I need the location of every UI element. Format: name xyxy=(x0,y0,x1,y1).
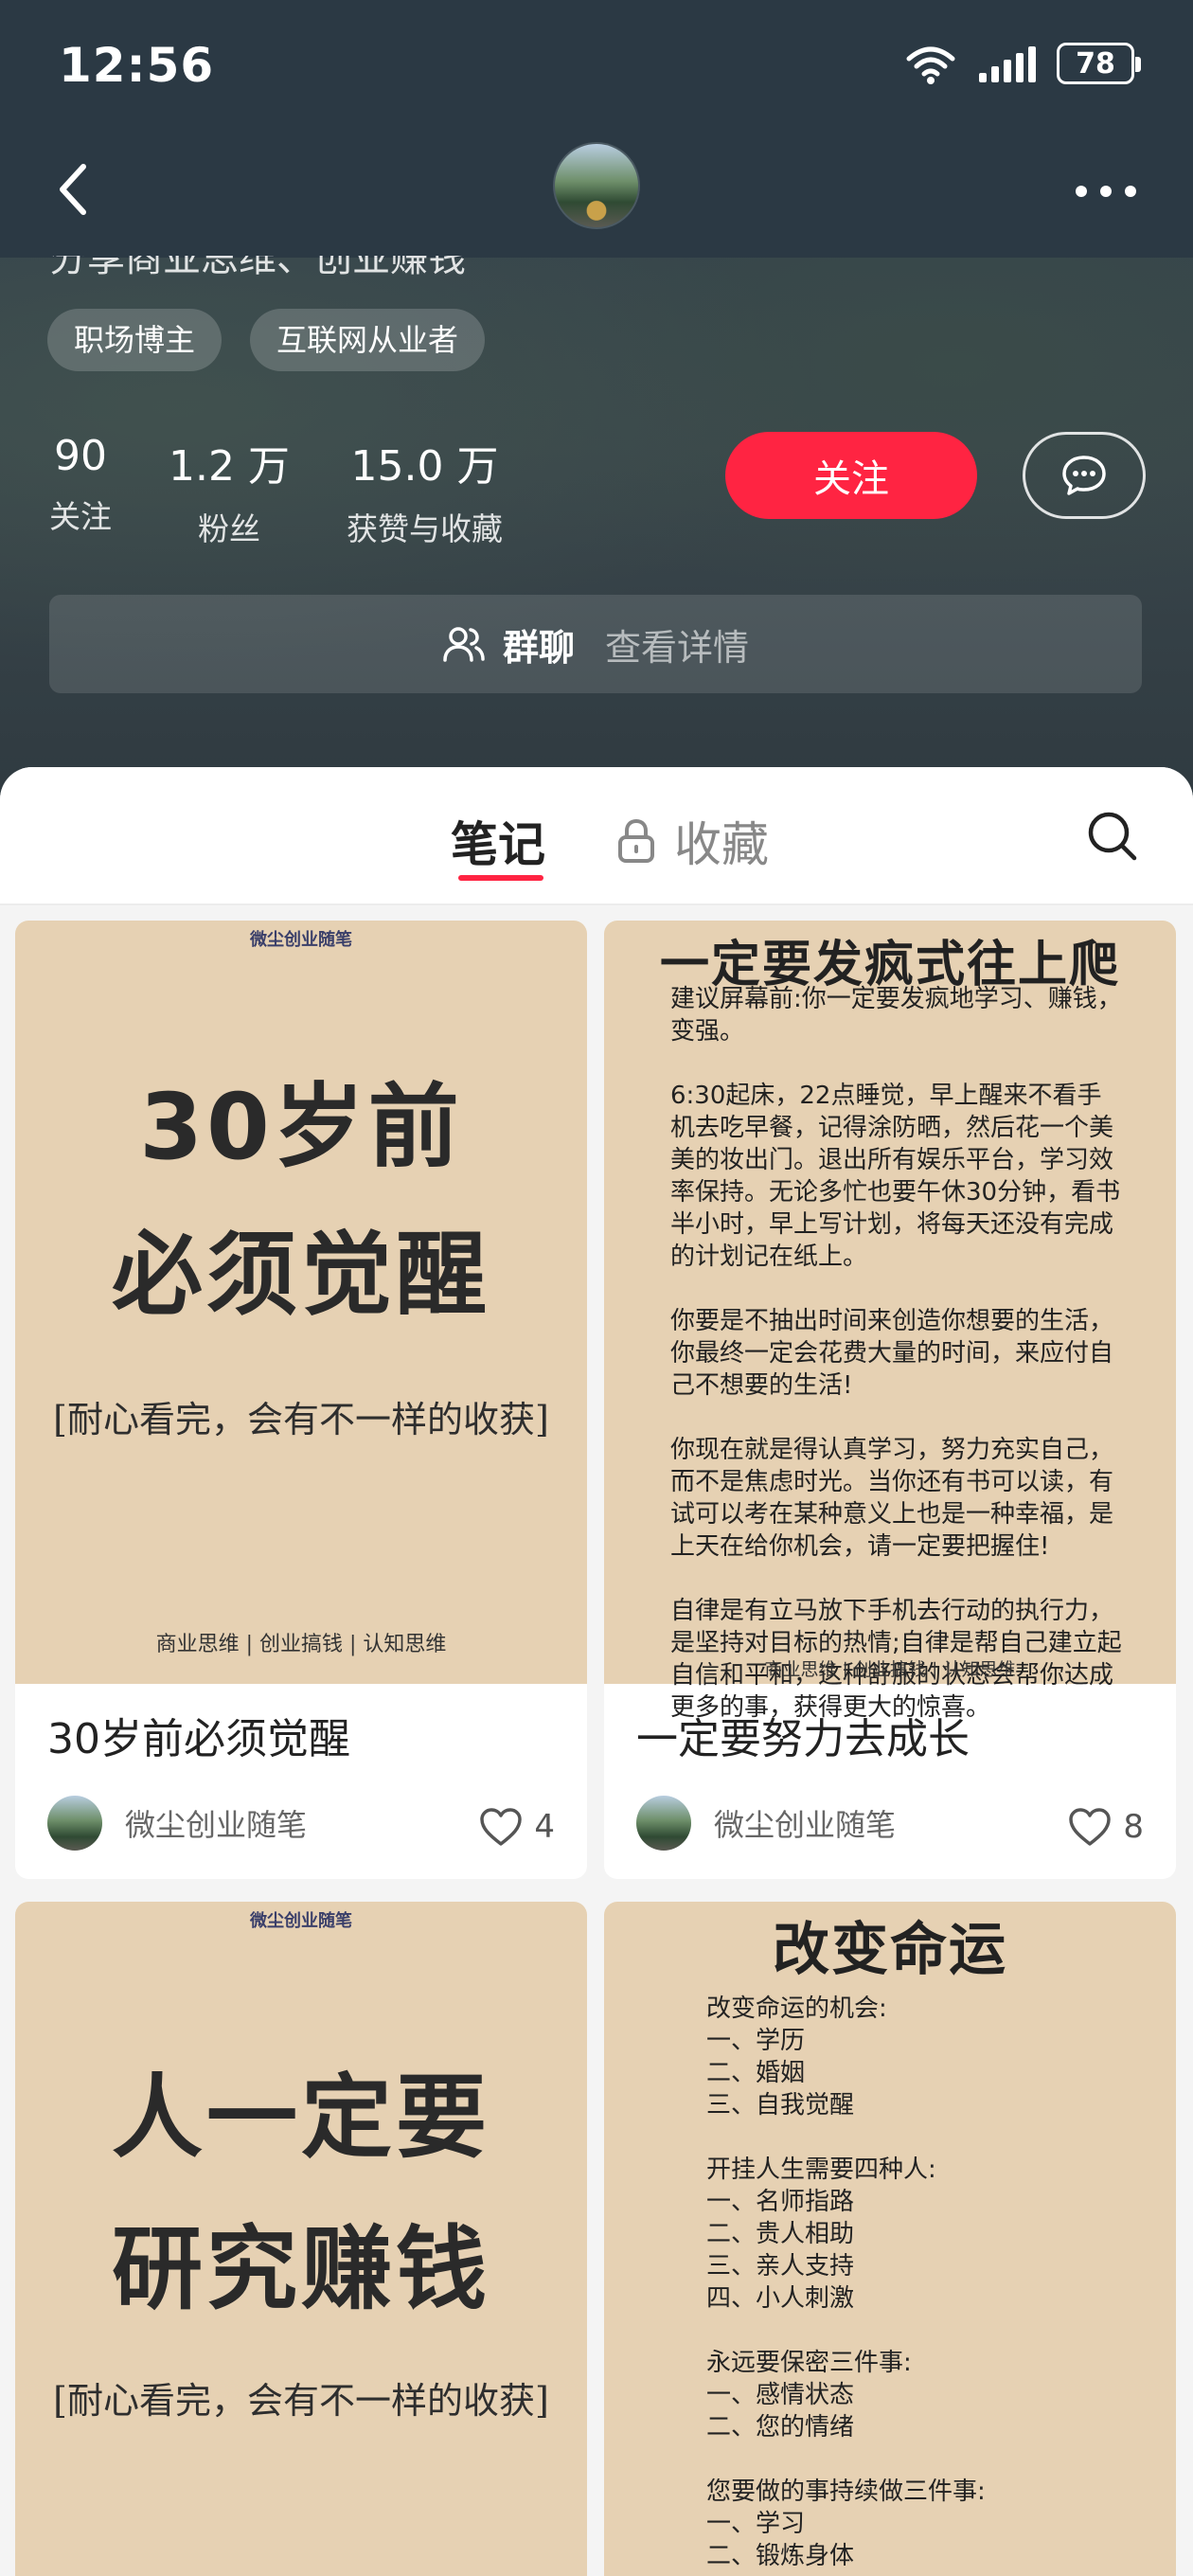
profile-header: 12:56 78 分享商业思维、创业赚钱 职场博主 互联网从业者 90 关注 1… xyxy=(0,0,1193,814)
like-button[interactable]: 4 xyxy=(479,1807,555,1847)
stat-likes-value: 15.0 万 xyxy=(350,442,499,491)
status-time: 12:56 xyxy=(59,38,215,93)
cover-subtitle: [耐心看完，会有不一样的收获] xyxy=(53,1399,549,1440)
wifi-icon xyxy=(906,46,955,84)
note-card[interactable]: 改变命运 改变命运的机会: 一、学历 二、婚姻 三、自我觉醒 开挂人生需要四种人… xyxy=(604,1902,1176,2576)
note-card[interactable]: 微尘创业随笔 人一定要 研究赚钱 [耐心看完，会有不一样的收获] xyxy=(15,1902,587,2576)
notes-panel: 笔记 收藏 微尘创业随笔 30岁前 必须觉醒 [耐心看完，会有不一样的收获] 商… xyxy=(0,767,1193,2576)
tab-notes-indicator xyxy=(458,875,543,881)
stat-fans-value: 1.2 万 xyxy=(169,442,290,491)
stat-fans[interactable]: 1.2 万 粉丝 xyxy=(169,432,290,549)
status-icons: 78 xyxy=(903,42,1141,85)
battery-icon: 78 xyxy=(1057,43,1141,84)
cover-headline-1: 30岁前 xyxy=(139,1074,463,1180)
author-avatar xyxy=(636,1796,691,1851)
tag-career[interactable]: 职场博主 xyxy=(47,309,223,371)
tab-notes[interactable]: 笔记 xyxy=(451,807,545,875)
note-info: 一定要努力去成长 微尘创业随笔 8 xyxy=(604,1684,1176,1879)
stat-following[interactable]: 90 关注 xyxy=(49,432,112,549)
note-card[interactable]: 微尘创业随笔 30岁前 必须觉醒 [耐心看完，会有不一样的收获] 商业思维 | … xyxy=(15,921,587,1879)
likes-count: 4 xyxy=(534,1808,555,1846)
tab-collections[interactable]: 收藏 xyxy=(617,807,769,875)
note-cover: 微尘创业随笔 30岁前 必须觉醒 [耐心看完，会有不一样的收获] 商业思维 | … xyxy=(15,921,587,1684)
author-name: 微尘创业随笔 xyxy=(714,1807,897,1843)
group-icon xyxy=(443,627,485,662)
stat-fans-label: 粉丝 xyxy=(197,510,260,547)
cover-headline: 改变命运 xyxy=(773,1917,1007,1983)
cover-headline-2: 研究赚钱 xyxy=(112,2216,490,2322)
note-card[interactable]: 一定要发疯式往上爬 建议屏幕前:你一定要发疯地学习、赚钱，变强。 6:30起床，… xyxy=(604,921,1176,1879)
tab-collections-label: 收藏 xyxy=(674,817,769,872)
note-cover: 一定要发疯式往上爬 建议屏幕前:你一定要发疯地学习、赚钱，变强。 6:30起床，… xyxy=(604,921,1176,1722)
note-info: 30岁前必须觉醒 微尘创业随笔 4 xyxy=(15,1684,587,1879)
note-author[interactable]: 微尘创业随笔 xyxy=(47,1796,307,1851)
avatar[interactable] xyxy=(553,142,640,229)
cover-body-text: 建议屏幕前:你一定要发疯地学习、赚钱，变强。 6:30起床，22点睡觉，早上醒来… xyxy=(670,985,1122,1722)
likes-count: 8 xyxy=(1123,1808,1144,1846)
stat-following-value: 90 xyxy=(54,432,107,480)
stat-likes[interactable]: 15.0 万 获赞与收藏 xyxy=(347,432,503,549)
tab-bar: 笔记 收藏 xyxy=(0,767,1193,905)
group-chat-bar[interactable]: 群聊 查看详情 xyxy=(49,595,1142,693)
cover-watermark: 微尘创业随笔 xyxy=(250,1911,352,1931)
cover-body-text: 改变命运的机会: 一、学历 二、婚姻 三、自我觉醒 开挂人生需要四种人: 一、名… xyxy=(706,1995,986,2570)
profile-stats: 90 关注 1.2 万 粉丝 15.0 万 获赞与收藏 xyxy=(49,432,503,549)
like-button[interactable]: 8 xyxy=(1068,1807,1144,1847)
more-icon[interactable] xyxy=(1076,186,1136,197)
tag-internet[interactable]: 互联网从业者 xyxy=(250,309,486,371)
cover-headline-1: 人一定要 xyxy=(112,2065,490,2171)
back-icon[interactable] xyxy=(45,152,102,227)
note-title: 一定要努力去成长 xyxy=(636,1715,970,1763)
heart-icon xyxy=(480,1808,523,1846)
stat-following-label: 关注 xyxy=(49,498,112,535)
cover-headline-2: 必须觉醒 xyxy=(112,1222,490,1328)
note-cover: 微尘创业随笔 人一定要 研究赚钱 [耐心看完，会有不一样的收获] xyxy=(15,1902,587,2576)
note-author[interactable]: 微尘创业随笔 xyxy=(636,1796,896,1851)
search-icon[interactable] xyxy=(1085,809,1138,862)
message-button[interactable] xyxy=(1023,432,1146,519)
lock-icon xyxy=(618,818,654,863)
cover-subtitle: [耐心看完，会有不一样的收获] xyxy=(53,2380,549,2422)
cover-footer: 商业思维 | 创业搞钱 | 认知思维 xyxy=(764,1659,1016,1680)
chat-icon xyxy=(1062,456,1106,495)
follow-button[interactable]: 关注 xyxy=(725,432,977,519)
cover-footer: 商业思维 | 创业搞钱 | 认知思维 xyxy=(155,1633,447,1656)
note-title: 30岁前必须觉醒 xyxy=(47,1715,350,1763)
group-chat-detail: 查看详情 xyxy=(605,626,750,669)
author-name: 微尘创业随笔 xyxy=(125,1807,308,1843)
note-cover: 改变命运 改变命运的机会: 一、学历 二、婚姻 三、自我觉醒 开挂人生需要四种人… xyxy=(604,1902,1176,2576)
profile-tags: 职场博主 互联网从业者 xyxy=(47,309,486,371)
group-chat-title: 群聊 xyxy=(502,626,575,669)
heart-icon xyxy=(1069,1808,1112,1846)
cover-watermark: 微尘创业随笔 xyxy=(250,930,352,950)
author-avatar xyxy=(47,1796,102,1851)
signal-icon xyxy=(979,45,1036,82)
battery-level: 78 xyxy=(1076,46,1115,80)
stat-likes-label: 获赞与收藏 xyxy=(346,510,503,547)
